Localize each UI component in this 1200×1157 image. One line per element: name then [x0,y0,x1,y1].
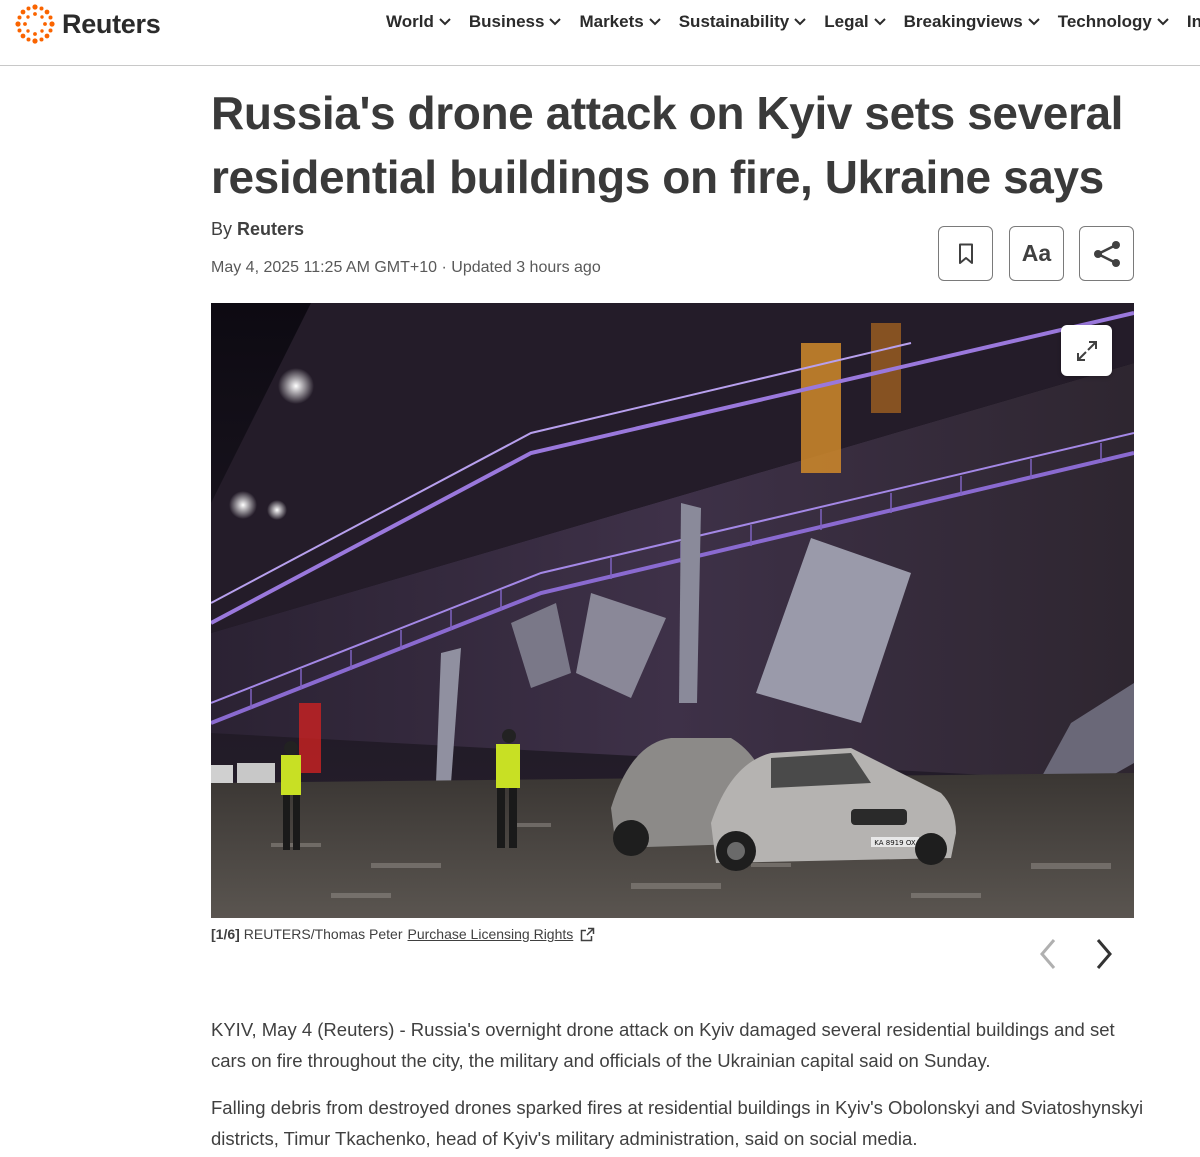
chevron-down-icon [649,18,661,26]
chevron-down-icon [439,18,451,26]
byline-author[interactable]: Reuters [237,219,304,239]
nav-label: Markets [579,12,644,31]
chevron-down-icon [873,18,886,26]
chevron-down-icon [794,18,806,26]
article-paragraph: Falling debris from destroyed drones spa… [211,1097,1144,1149]
next-photo-button[interactable] [1088,936,1120,972]
nav-item-world[interactable]: World [386,12,451,32]
article-photo[interactable]: KA 8919 OX [211,303,1134,918]
expand-icon [1076,340,1097,361]
nav-label: Sustainability [678,12,790,31]
nav-label: World [386,12,434,31]
nav-item-business[interactable]: Business [469,12,562,32]
share-button[interactable] [1079,226,1134,281]
save-article-button[interactable] [938,226,993,281]
text-size-label: Aa [1021,240,1052,266]
top-navigation: Reuters World Business Markets Sustainab… [0,0,1200,66]
previous-photo-button[interactable] [1032,936,1064,972]
article-dateline: May 4, 2025 11:25 AM GMT+10 · Updated 3 … [211,259,601,276]
share-icon [1093,240,1120,267]
chevron-right-icon [1096,939,1112,969]
byline-prefix: By [211,219,233,239]
photo-credit: REUTERS/Thomas Peter [243,926,403,942]
nav-label: Breakingviews [903,12,1023,31]
nav-item-sustainability[interactable]: Sustainability [679,12,807,32]
bookmark-icon [958,243,973,264]
byline: By Reuters [211,219,304,240]
licensing-link[interactable]: Purchase Licensing Rights [408,926,574,942]
article-paragraph: KYIV, May 4 (Reuters) - Russia's overnig… [211,1019,1115,1071]
expand-photo-button[interactable] [1061,325,1112,376]
chevron-left-icon [1040,939,1056,969]
chevron-down-icon [1028,18,1040,26]
reuters-logo-icon [15,4,55,44]
chevron-down-icon [549,18,562,26]
nav-item-breakingviews[interactable]: Breakingviews [904,12,1040,32]
brand-name: Reuters [62,8,161,39]
nav-item-technology[interactable]: Technology [1058,12,1169,32]
article-headline: Russia's drone attack on Kyiv sets sever… [211,87,1124,203]
reuters-logo[interactable]: Reuters [14,2,161,46]
nav-item-markets[interactable]: Markets [579,12,661,32]
nav-item-legal[interactable]: Legal [824,12,886,32]
nav-item-investigations[interactable]: In [1187,12,1200,32]
nav-label: In [1186,12,1200,31]
photo-caption: [1/6] REUTERS/Thomas Peter Purchase Lice… [211,926,595,942]
chevron-down-icon [1157,18,1169,26]
license-plate-text: KA 8919 OX [874,839,916,847]
damaged-building-photo: KA 8919 OX [211,303,1134,918]
external-link-icon[interactable] [580,927,595,942]
nav-label: Business [468,12,545,31]
nav-label: Legal [824,12,869,31]
section-menu: World Business Markets Sustainability Le… [386,12,1200,32]
photo-index: [1/6] [211,926,240,942]
text-size-button[interactable]: Aa [1009,226,1064,281]
nav-label: Technology [1057,12,1152,31]
